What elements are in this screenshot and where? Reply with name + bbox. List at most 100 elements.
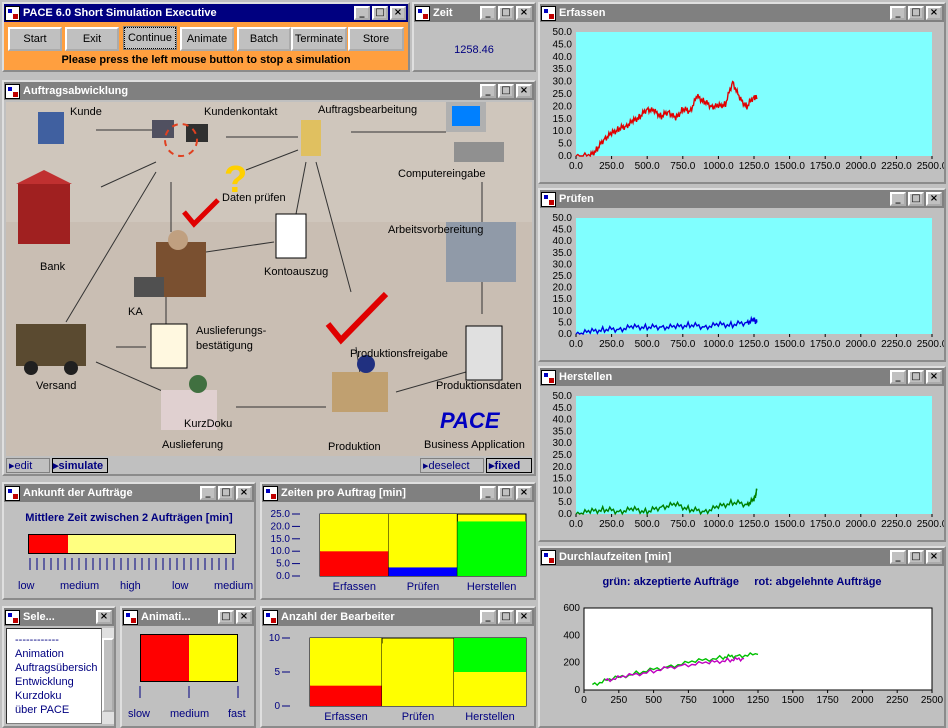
minimize-button[interactable]: _ xyxy=(480,610,496,624)
animation-speed-slider[interactable] xyxy=(140,634,238,682)
maximize-button[interactable]: □ xyxy=(498,84,514,98)
close-button[interactable]: × xyxy=(926,6,942,20)
minimize-button[interactable]: _ xyxy=(480,6,496,20)
executive-titlebar[interactable]: PACE 6.0 Short Simulation Executive _ □ × xyxy=(4,4,408,22)
start-button[interactable]: Start xyxy=(8,27,62,51)
scale-label-medium: medium xyxy=(60,580,100,592)
list-item[interactable]: über PACE xyxy=(15,703,101,717)
y-tick-label: 40.0 xyxy=(553,52,573,63)
close-button[interactable]: × xyxy=(96,610,112,624)
zeit-titlebar[interactable]: Zeit _ □ × xyxy=(414,4,534,22)
auftrag-title: Auftragsabwicklung xyxy=(23,85,129,97)
minimize-button[interactable]: _ xyxy=(200,486,216,500)
erfassen-window: Erfassen _ □ × 50.0 45.0 40.0 35.0 30.0 25.0 20.… xyxy=(538,2,946,184)
maximize-button[interactable]: □ xyxy=(218,486,234,500)
batch-button[interactable]: Batch xyxy=(237,27,291,51)
store-button[interactable]: Store xyxy=(348,27,404,51)
minimize-button[interactable]: _ xyxy=(354,6,370,20)
close-button[interactable]: × xyxy=(516,6,532,20)
scrollbar-thumb[interactable] xyxy=(102,638,114,712)
executive-window: PACE 6.0 Short Simulation Executive _ □ × … xyxy=(2,2,410,72)
list-item[interactable]: ------------ xyxy=(15,633,101,647)
x-tick-label: 250.0 xyxy=(599,161,624,172)
deselect-button[interactable]: ▸deselect xyxy=(420,458,484,473)
scale-label-medium-2: medium xyxy=(214,580,254,592)
app-icon xyxy=(263,485,278,501)
x-tick-label: 0.0 xyxy=(569,161,583,172)
zeiten-titlebar[interactable]: Zeiten pro Auftrag [min] _ □ × xyxy=(262,484,534,502)
maximize-button[interactable]: □ xyxy=(498,486,514,500)
x-tick-label: 1250.0 xyxy=(739,519,770,530)
close-button[interactable]: × xyxy=(516,486,532,500)
time-value: 1258.46 xyxy=(454,44,494,56)
scale-label-low: low xyxy=(18,580,35,592)
x-tick-label: 500.0 xyxy=(635,519,660,530)
y-tick-label: 25.0 xyxy=(271,509,291,520)
x-tick-label: 1000.0 xyxy=(703,339,734,350)
x-tick-label: 1750 xyxy=(816,695,839,706)
app-icon xyxy=(5,83,20,99)
maximize-button[interactable]: □ xyxy=(908,192,924,206)
y-tick-label: 0 xyxy=(574,685,580,696)
list-item[interactable]: Animation xyxy=(15,647,101,661)
minimize-button[interactable]: _ xyxy=(890,550,906,564)
minimize-button[interactable]: _ xyxy=(480,486,496,500)
minimize-button[interactable]: _ xyxy=(890,370,906,384)
ankunft-titlebar[interactable]: Ankunft der Aufträge _ □ × xyxy=(4,484,254,502)
label-produktionsdaten: Produktionsdaten xyxy=(436,380,522,392)
auftrag-titlebar[interactable]: Auftragsabwicklung _ □ × xyxy=(4,82,534,100)
maximize-button[interactable]: □ xyxy=(908,370,924,384)
selection-titlebar[interactable]: Sele... × xyxy=(4,608,114,626)
y-tick-label: 30.0 xyxy=(553,259,573,270)
x-tick-label: 2500.0 xyxy=(917,339,944,350)
bar-segment xyxy=(388,567,458,576)
y-tick-label: 5.0 xyxy=(558,317,572,328)
simulate-mode-button[interactable]: ▸simulate xyxy=(52,458,108,473)
edit-mode-button[interactable]: ▸edit xyxy=(6,458,50,473)
selection-scrollbar[interactable] xyxy=(102,628,114,724)
close-button[interactable]: × xyxy=(236,486,252,500)
close-button[interactable]: × xyxy=(926,370,942,384)
x-tick-label: 1250.0 xyxy=(739,339,770,350)
x-tick-label: 1750.0 xyxy=(810,161,841,172)
maximize-button[interactable]: □ xyxy=(218,610,234,624)
y-tick-label: 0.0 xyxy=(276,571,290,582)
maximize-button[interactable]: □ xyxy=(908,6,924,20)
terminate-button[interactable]: Terminate xyxy=(291,27,347,51)
fixed-button[interactable]: ▸fixed xyxy=(486,458,532,473)
continue-button[interactable]: Continue xyxy=(123,26,177,50)
exit-button[interactable]: Exit xyxy=(65,27,119,51)
list-item[interactable]: Kurzdoku xyxy=(15,689,101,703)
maximize-button[interactable]: □ xyxy=(498,6,514,20)
close-button[interactable]: × xyxy=(926,192,942,206)
maximize-button[interactable]: □ xyxy=(908,550,924,564)
list-item[interactable]: Auftragsübersich xyxy=(15,661,101,675)
durchlauf-titlebar[interactable]: Durchlaufzeiten [min] _ □ × xyxy=(540,548,944,566)
y-tick-label: 5.0 xyxy=(276,559,290,570)
pace-logo-subtitle: Business Application xyxy=(424,439,525,451)
x-tick-label: 2250 xyxy=(886,695,909,706)
x-tick-label: 1500 xyxy=(782,695,805,706)
animate-button[interactable]: Animate xyxy=(180,27,234,51)
x-tick-label: 500 xyxy=(645,695,662,706)
minimize-button[interactable]: _ xyxy=(890,6,906,20)
anzahl-titlebar[interactable]: Anzahl der Bearbeiter _ □ × xyxy=(262,608,534,626)
maximize-button[interactable]: □ xyxy=(372,6,388,20)
arrival-rate-slider[interactable] xyxy=(28,534,236,554)
x-tick-label: 2500 xyxy=(921,695,944,706)
list-item[interactable]: Entwicklung xyxy=(15,675,101,689)
minimize-button[interactable]: _ xyxy=(890,192,906,206)
close-button[interactable]: × xyxy=(516,84,532,98)
close-button[interactable]: × xyxy=(390,6,406,20)
y-tick-label: 10 xyxy=(269,633,281,644)
minimize-button[interactable]: _ xyxy=(480,84,496,98)
maximize-button[interactable]: □ xyxy=(498,610,514,624)
label-arbeitsvorbereitung: Arbeitsvorbereitung xyxy=(388,224,484,236)
pruefen-titlebar[interactable]: Prüfen _ □ × xyxy=(540,190,944,208)
close-button[interactable]: × xyxy=(236,610,252,624)
erfassen-titlebar[interactable]: Erfassen _ □ × xyxy=(540,4,944,22)
animation-titlebar[interactable]: Animati... □ × xyxy=(122,608,254,626)
herstellen-titlebar[interactable]: Herstellen _ □ × xyxy=(540,368,944,386)
close-button[interactable]: × xyxy=(516,610,532,624)
close-button[interactable]: × xyxy=(926,550,942,564)
